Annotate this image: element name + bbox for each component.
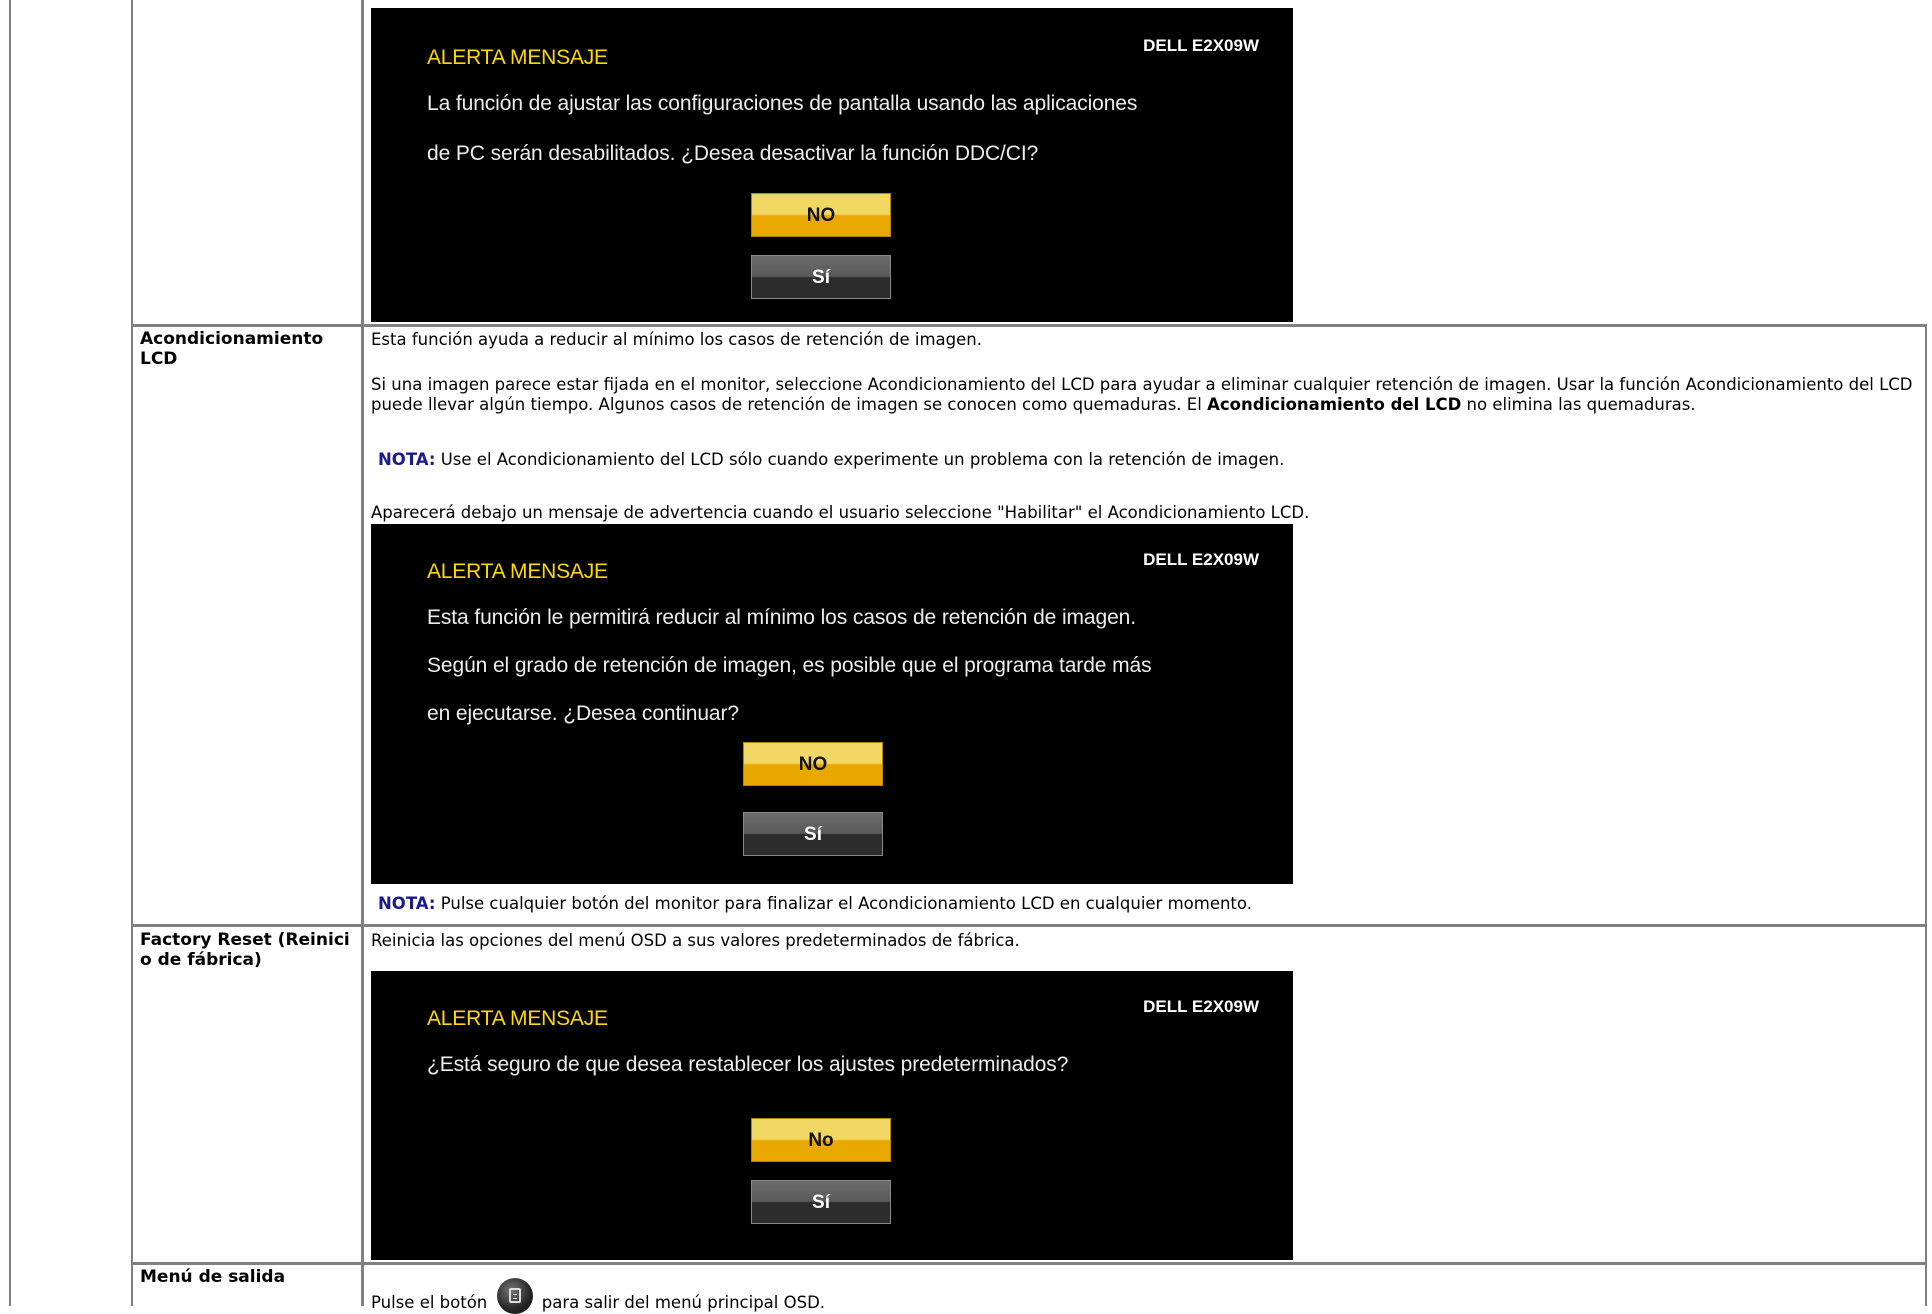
yes-button[interactable]: Sí bbox=[751, 1180, 891, 1224]
outer-left-border bbox=[9, 0, 11, 1306]
osd-message-line: ¿Está seguro de que desea restablecer lo… bbox=[427, 1053, 1069, 1076]
osd-message-line: Según el grado de retención de imagen, e… bbox=[427, 654, 1152, 677]
osd-message-line: en ejecutarse. ¿Desea continuar? bbox=[427, 702, 739, 725]
lcd-detail-paragraph: Si una imagen parece estar fijada en el … bbox=[371, 375, 1919, 415]
ddc-alert-osd: ALERTA MENSAJE DELL E2X09W La función de… bbox=[371, 8, 1293, 322]
reset-description: Reinicia las opciones del menú OSD a sus… bbox=[371, 931, 1020, 950]
note-text: Use el Acondicionamiento del LCD sólo cu… bbox=[435, 450, 1285, 469]
row-separator-lcd bbox=[131, 324, 1927, 327]
osd-title: ALERTA MENSAJE bbox=[427, 46, 608, 69]
no-button[interactable]: NO bbox=[751, 193, 891, 237]
lcd-warning-intro: Aparecerá debajo un mensaje de advertenc… bbox=[371, 503, 1310, 522]
osd-model: DELL E2X09W bbox=[1143, 36, 1259, 55]
lcd-note-2: NOTA: Pulse cualquier botón del monitor … bbox=[378, 894, 1252, 914]
osd-message-line: La función de ajustar las configuracione… bbox=[427, 92, 1138, 115]
row-label-factory-reset: Factory Reset (Reinicio de fábrica) bbox=[140, 930, 350, 970]
note-label: NOTA: bbox=[378, 450, 436, 469]
row-label-lcd-conditioning: Acondicionamiento LCD bbox=[140, 329, 324, 369]
label-column-border bbox=[131, 0, 133, 1306]
lcd-description: Esta función ayuda a reducir al mínimo l… bbox=[371, 330, 982, 349]
lcd-detail-text-end: no elimina las quemaduras. bbox=[1461, 395, 1696, 414]
menu-button-icon bbox=[496, 1278, 533, 1314]
osd-title: ALERTA MENSAJE bbox=[427, 1007, 608, 1030]
osd-message-line: Esta función le permitirá reducir al mín… bbox=[427, 606, 1136, 629]
reset-alert-osd: ALERTA MENSAJE DELL E2X09W ¿Está seguro … bbox=[371, 971, 1293, 1260]
no-button[interactable]: NO bbox=[743, 742, 883, 786]
lcd-alert-osd: ALERTA MENSAJE DELL E2X09W Esta función … bbox=[371, 524, 1293, 884]
osd-model: DELL E2X09W bbox=[1143, 550, 1259, 569]
no-button[interactable]: No bbox=[751, 1118, 891, 1162]
osd-model: DELL E2X09W bbox=[1143, 997, 1259, 1016]
content-column-border bbox=[361, 0, 364, 1306]
yes-button[interactable]: Sí bbox=[751, 255, 891, 299]
osd-message-line: de PC serán desabilitados. ¿Desea desact… bbox=[427, 142, 1039, 165]
yes-button[interactable]: Sí bbox=[743, 812, 883, 856]
lcd-note: NOTA: Use el Acondicionamiento del LCD s… bbox=[378, 450, 1284, 470]
osd-title: ALERTA MENSAJE bbox=[427, 560, 608, 583]
lcd-detail-bold: Acondicionamiento del LCD bbox=[1207, 395, 1462, 414]
row-separator-reset bbox=[131, 924, 1927, 927]
row-label-exit-menu: Menú de salida bbox=[140, 1267, 286, 1287]
note-text: Pulse cualquier botón del monitor para f… bbox=[435, 894, 1252, 913]
row-separator-exit bbox=[131, 1262, 1927, 1265]
exit-text-after: para salir del menú principal OSD. bbox=[541, 1293, 826, 1312]
right-table-border bbox=[1925, 325, 1927, 1306]
exit-text-before: Pulse el botón bbox=[371, 1293, 488, 1312]
note-label: NOTA: bbox=[378, 894, 436, 913]
exit-description: Pulse el botón para salir del menú princ… bbox=[371, 1278, 825, 1314]
